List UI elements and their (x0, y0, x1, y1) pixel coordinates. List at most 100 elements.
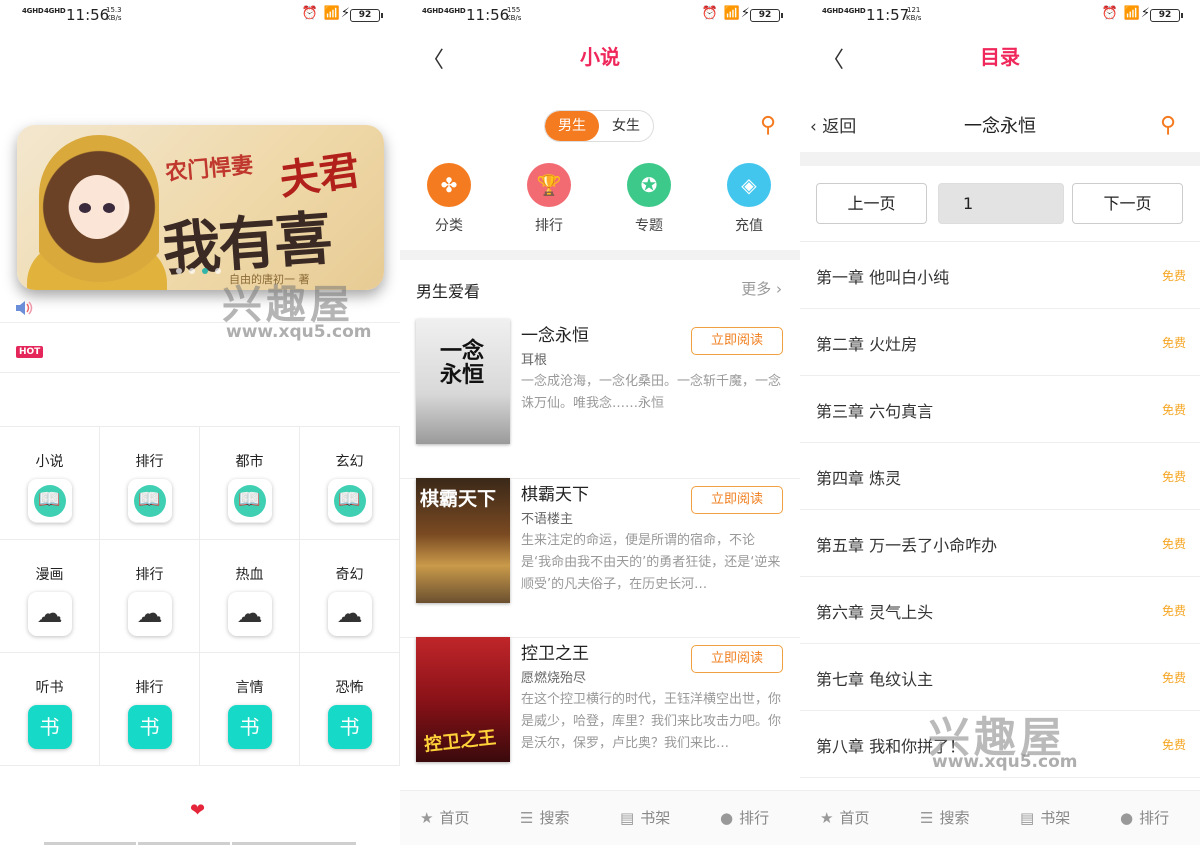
category-label: 排行 (535, 218, 563, 234)
tab-bookshelf[interactable]: ▤ 书架 (1020, 807, 1070, 828)
grid-item-0[interactable]: 小说 (0, 427, 100, 540)
tab-ranking[interactable]: ● 排行 (1120, 807, 1169, 828)
user-icon: ● (720, 809, 734, 827)
book-name: 一念永恒 (964, 116, 1036, 137)
net-speed: 155 KB/s (506, 6, 522, 22)
wifi-icon: 📶 (1123, 6, 1140, 21)
segment-female[interactable]: 女生 (599, 111, 653, 141)
cloud-icon: ☁ (127, 592, 172, 636)
catalog-subheader: ‹ 返回 一念永恒 (800, 104, 1200, 146)
grid-item-1[interactable]: 排行 (100, 427, 200, 540)
alarm-icon: ⏰ (701, 6, 718, 21)
prev-page-button[interactable]: 上一页 (816, 183, 927, 224)
home-screen: 4GHD 4GHD 11:56 15.3 KB/s ⏰ 📶 ⚡ 92 农门悍妻 夫… (0, 0, 400, 845)
page-number-input[interactable]: 1 (938, 183, 1064, 224)
speaker-icon[interactable] (14, 299, 34, 317)
grid-item-2[interactable]: 都市 (200, 427, 300, 540)
next-page-button[interactable]: 下一页 (1072, 183, 1183, 224)
grid-item-5[interactable]: 排行 ☁ (100, 540, 200, 653)
chapter-row[interactable]: 第三章 六句真言 免费 (800, 376, 1200, 443)
book-cover[interactable]: 一念永恒 (416, 319, 510, 444)
chapter-row[interactable]: 第四章 炼灵 免费 (800, 443, 1200, 510)
grid-item-10[interactable]: 言情书 (200, 653, 300, 766)
headphone-icon: 书 (327, 705, 372, 749)
signal-icon: 4GHD (44, 7, 66, 15)
search-icon[interactable]: ⚲ (1160, 113, 1176, 138)
grid-item-7[interactable]: 奇幻 ☁ (300, 540, 400, 653)
clock: 11:56 (66, 6, 110, 24)
banner-carousel[interactable]: 农门悍妻 夫君 我有喜了 自由的唐初一 著 (17, 125, 384, 290)
category-classify[interactable]: ✤ 分类 (409, 163, 489, 235)
divider (0, 372, 400, 373)
book-item[interactable]: 棋霸天下 棋霸天下 不语楼主 生来注定的命运，便是所谓的宿命，不论是‘我命由我不… (400, 478, 800, 638)
category-ranking[interactable]: 🏆 排行 (509, 163, 589, 235)
category-recharge[interactable]: ◈ 充值 (709, 163, 789, 235)
section-gap (800, 152, 1200, 166)
carousel-dots[interactable] (176, 268, 221, 274)
book-title[interactable]: 控卫之王 (521, 639, 589, 664)
banner-eye (79, 203, 91, 213)
book-item[interactable]: 控卫之王 控卫之王 愿燃烧殆尽 在这个控卫横行的时代，王钰洋横空出世，你是威少，… (400, 637, 800, 797)
star-icon: ★ (420, 809, 434, 827)
tab-ranking[interactable]: ● 排行 (720, 807, 769, 828)
star-icon: ✪ (627, 163, 671, 207)
tab-home[interactable]: ★ 首页 (420, 807, 469, 828)
grid-item-4[interactable]: 漫画 ☁ (0, 540, 100, 653)
search-stack-icon: ☰ (920, 809, 934, 827)
banner-title-small: 农门悍妻 (164, 152, 255, 186)
grid-item-8[interactable]: 听书书 (0, 653, 100, 766)
heart-icon[interactable]: ❤ (190, 800, 205, 821)
book-title[interactable]: 棋霸天下 (521, 480, 589, 505)
category-label: 分类 (435, 218, 463, 234)
chapter-row[interactable]: 第七章 龟纹认主 免费 (800, 644, 1200, 711)
cloud-icon: ☁ (27, 592, 72, 636)
carousel-dot[interactable] (176, 268, 182, 274)
carousel-dot-active[interactable] (202, 268, 208, 274)
book-author: 不语楼主 (521, 512, 574, 527)
book-item[interactable]: 一念永恒 一念永恒 耳根 一念成沧海，一念化桑田。一念斩千魔，一念诛万仙。唯我念… (400, 319, 800, 479)
segment-male[interactable]: 男生 (545, 111, 599, 141)
banner-face (69, 175, 125, 239)
category-topic[interactable]: ✪ 专题 (609, 163, 689, 235)
tab-search[interactable]: ☰ 搜索 (520, 807, 569, 828)
read-now-button[interactable]: 立即阅读 (691, 486, 783, 514)
net-speed: 15.3 KB/s (106, 6, 122, 22)
chapter-row[interactable]: 第五章 万一丢了小命咋办 免费 (800, 510, 1200, 577)
signal-icon: 4GHD (422, 7, 444, 15)
chapter-title: 第五章 万一丢了小命咋办 (816, 536, 998, 555)
book-title[interactable]: 一念永恒 (521, 321, 589, 346)
chapter-row[interactable]: 第二章 火灶房 免费 (800, 309, 1200, 376)
wifi-icon: 📶 (323, 6, 340, 21)
tab-bookshelf[interactable]: ▤ 书架 (620, 807, 670, 828)
read-now-button[interactable]: 立即阅读 (691, 645, 783, 673)
free-badge: 免费 (1161, 269, 1186, 283)
tab-home[interactable]: ★ 首页 (820, 807, 869, 828)
tab-search[interactable]: ☰ 搜索 (920, 807, 969, 828)
status-bar: 4GHD 4GHD 11:57 121 KB/s ⏰ 📶 ⚡ 92 (800, 0, 1200, 32)
book-cover[interactable]: 棋霸天下 (416, 478, 510, 603)
signal-icon: 4GHD (822, 7, 844, 15)
bookshelf-icon: ▤ (620, 809, 635, 827)
grid-item-label: 排行 (135, 454, 164, 470)
carousel-dot[interactable] (215, 268, 221, 274)
book-author: 愿燃烧殆尽 (521, 671, 587, 686)
grid-item-3[interactable]: 玄幻 (300, 427, 400, 540)
grid-item-9[interactable]: 排行书 (100, 653, 200, 766)
read-now-button[interactable]: 立即阅读 (691, 327, 783, 355)
bottom-tab-bar: ★ 首页 ☰ 搜索 ▤ 书架 ● 排行 (800, 790, 1200, 845)
grid-item-11[interactable]: 恐怖书 (300, 653, 400, 766)
search-icon[interactable]: ⚲ (760, 113, 776, 138)
gender-toggle[interactable]: 男生 女生 (544, 110, 654, 142)
signal-icon: 4GHD (444, 7, 466, 15)
chapter-row[interactable]: 第一章 他叫白小纯 免费 (800, 242, 1200, 309)
wifi-icon: 📶 (723, 6, 740, 21)
cloud-icon: ☁ (327, 592, 372, 636)
grid-item-6[interactable]: 热血 ☁ (200, 540, 300, 653)
page-title: 小说 (580, 45, 620, 69)
alarm-icon: ⏰ (301, 6, 318, 21)
book-cover[interactable]: 控卫之王 (416, 637, 510, 762)
chapter-row[interactable]: 第六章 灵气上头 免费 (800, 577, 1200, 644)
more-link[interactable]: 更多 › (741, 278, 782, 299)
carousel-dot[interactable] (189, 268, 195, 274)
grid-item-label: 排行 (135, 567, 164, 583)
